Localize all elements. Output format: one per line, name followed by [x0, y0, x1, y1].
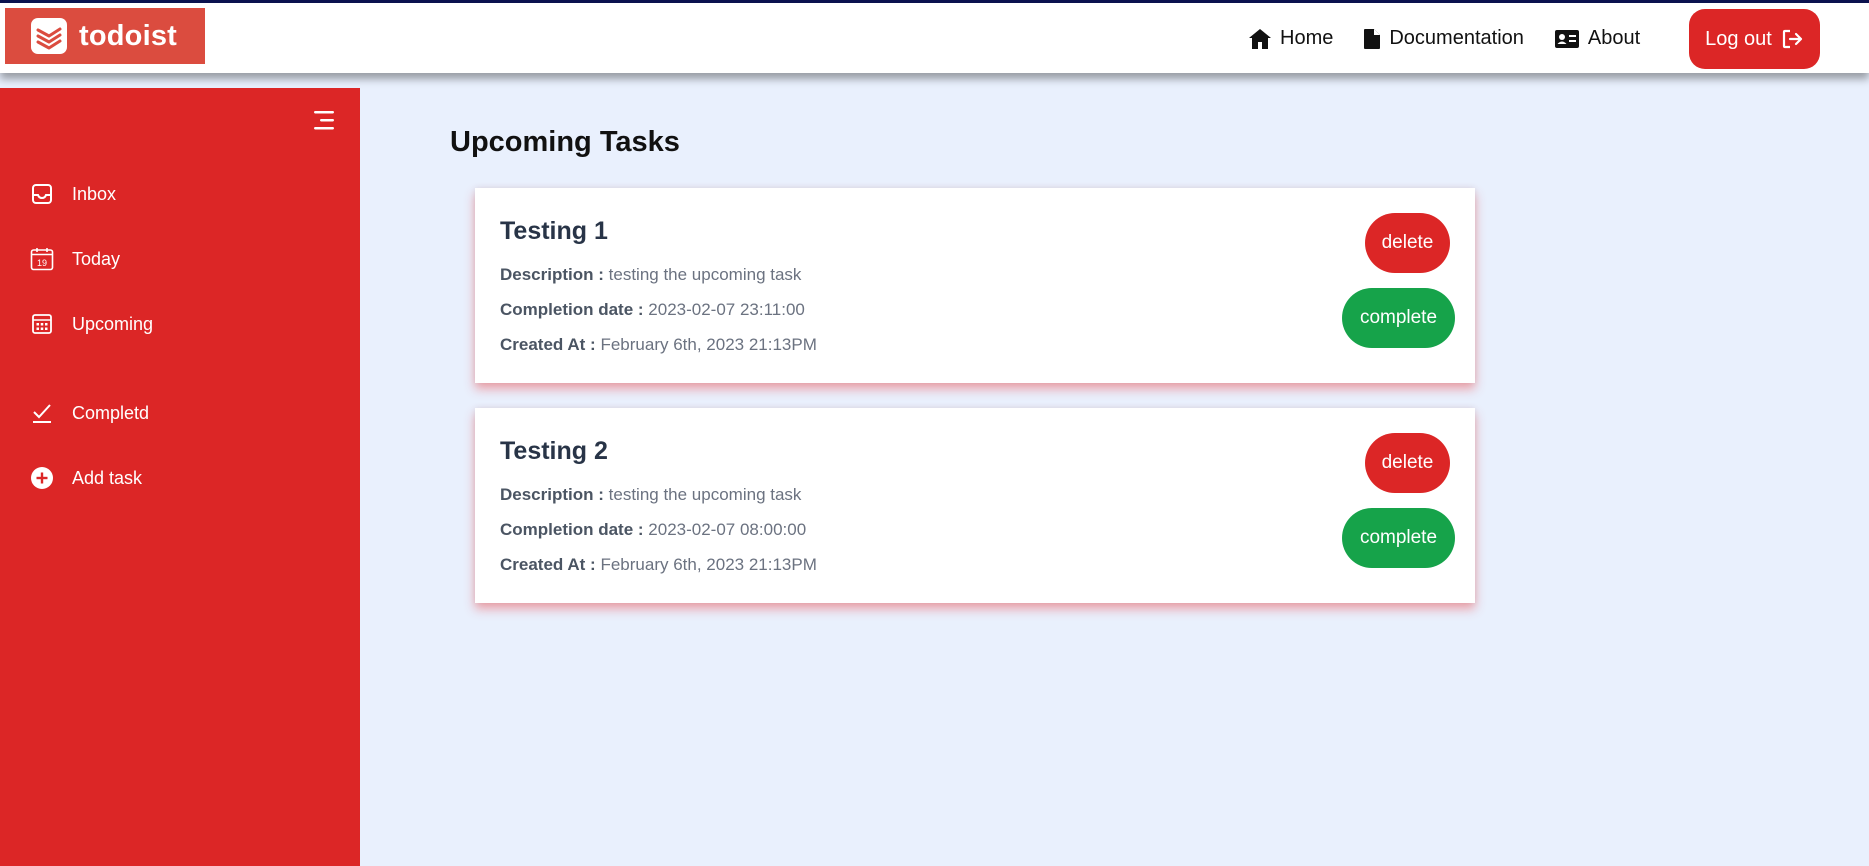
sidebar-item-add-task[interactable]: Add task: [30, 466, 142, 490]
nav-about-label: About: [1587, 27, 1641, 49]
task-description-label: Description :: [500, 265, 604, 284]
task-created-label: Created At :: [500, 335, 596, 354]
sidebar: Inbox 19 Today Upcoming Completd Add tas…: [0, 88, 360, 866]
task-title: Testing 1: [500, 217, 608, 245]
task-created-at: Created At : February 6th, 2023 21:13PM: [500, 555, 817, 575]
sidebar-item-upcoming[interactable]: Upcoming: [30, 312, 153, 336]
task-description: Description : testing the upcoming task: [500, 265, 801, 285]
sidebar-item-label: Upcoming: [72, 313, 154, 334]
task-completion-value: 2023-02-07 23:11:00: [648, 300, 805, 319]
complete-button[interactable]: complete: [1342, 288, 1455, 348]
todoist-logo-icon: [31, 18, 67, 54]
id-card-icon: [1554, 29, 1579, 48]
logout-button[interactable]: Log out: [1689, 9, 1820, 69]
task-created-label: Created At :: [500, 555, 596, 574]
sidebar-item-inbox[interactable]: Inbox: [30, 182, 116, 206]
calendar-today-icon: 19: [30, 247, 54, 271]
top-nav-links: Home Documentation About: [1248, 27, 1670, 50]
task-card: Testing 1 Description : testing the upco…: [475, 188, 1475, 383]
sidebar-item-today[interactable]: 19 Today: [30, 247, 120, 271]
nav-home-label: Home: [1280, 27, 1334, 49]
task-card: Testing 2 Description : testing the upco…: [475, 408, 1475, 603]
nav-home-link[interactable]: Home: [1248, 27, 1333, 50]
task-description-label: Description :: [500, 485, 604, 504]
page-title: Upcoming Tasks: [450, 126, 680, 158]
todoist-logo[interactable]: todoist: [5, 8, 205, 64]
sidebar-item-label: Inbox: [72, 183, 117, 204]
nav-documentation-link[interactable]: Documentation: [1363, 27, 1524, 50]
plus-circle-icon: [30, 466, 54, 490]
task-description-value: testing the upcoming task: [608, 265, 802, 284]
task-description-value: testing the upcoming task: [608, 485, 802, 504]
task-completion-label: Completion date :: [500, 300, 644, 319]
sidebar-item-label: Completd: [72, 402, 150, 423]
task-created-value: February 6th, 2023 21:13PM: [600, 555, 817, 574]
task-title: Testing 2: [500, 437, 608, 465]
sidebar-item-completed[interactable]: Completd: [30, 401, 149, 425]
logout-label: Log out: [1705, 27, 1772, 50]
task-completion-date: Completion date : 2023-02-07 23:11:00: [500, 300, 805, 320]
home-icon: [1249, 28, 1271, 49]
menu-toggle-icon[interactable]: [311, 108, 337, 139]
sidebar-item-label: Today: [72, 248, 121, 269]
task-completion-value: 2023-02-07 08:00:00: [648, 520, 807, 539]
delete-button[interactable]: delete: [1365, 433, 1450, 493]
task-description: Description : testing the upcoming task: [500, 485, 801, 505]
task-completion-date: Completion date : 2023-02-07 08:00:00: [500, 520, 806, 540]
top-navbar: todoist Home Documentation About Log out: [0, 3, 1869, 73]
calendar-day-number: 19: [37, 258, 47, 268]
complete-button[interactable]: complete: [1342, 508, 1455, 568]
nav-about-link[interactable]: About: [1554, 27, 1640, 50]
calendar-upcoming-icon: [30, 312, 54, 336]
nav-documentation-label: Documentation: [1389, 27, 1524, 49]
logout-icon: [1782, 29, 1802, 49]
inbox-icon: [30, 182, 54, 206]
task-completion-label: Completion date :: [500, 520, 644, 539]
check-icon: [30, 401, 54, 425]
task-created-value: February 6th, 2023 21:13PM: [600, 335, 817, 354]
delete-button[interactable]: delete: [1365, 213, 1450, 273]
task-created-at: Created At : February 6th, 2023 21:13PM: [500, 335, 817, 355]
document-icon: [1364, 28, 1381, 49]
app-name: todoist: [79, 19, 178, 52]
sidebar-item-label: Add task: [72, 467, 143, 488]
